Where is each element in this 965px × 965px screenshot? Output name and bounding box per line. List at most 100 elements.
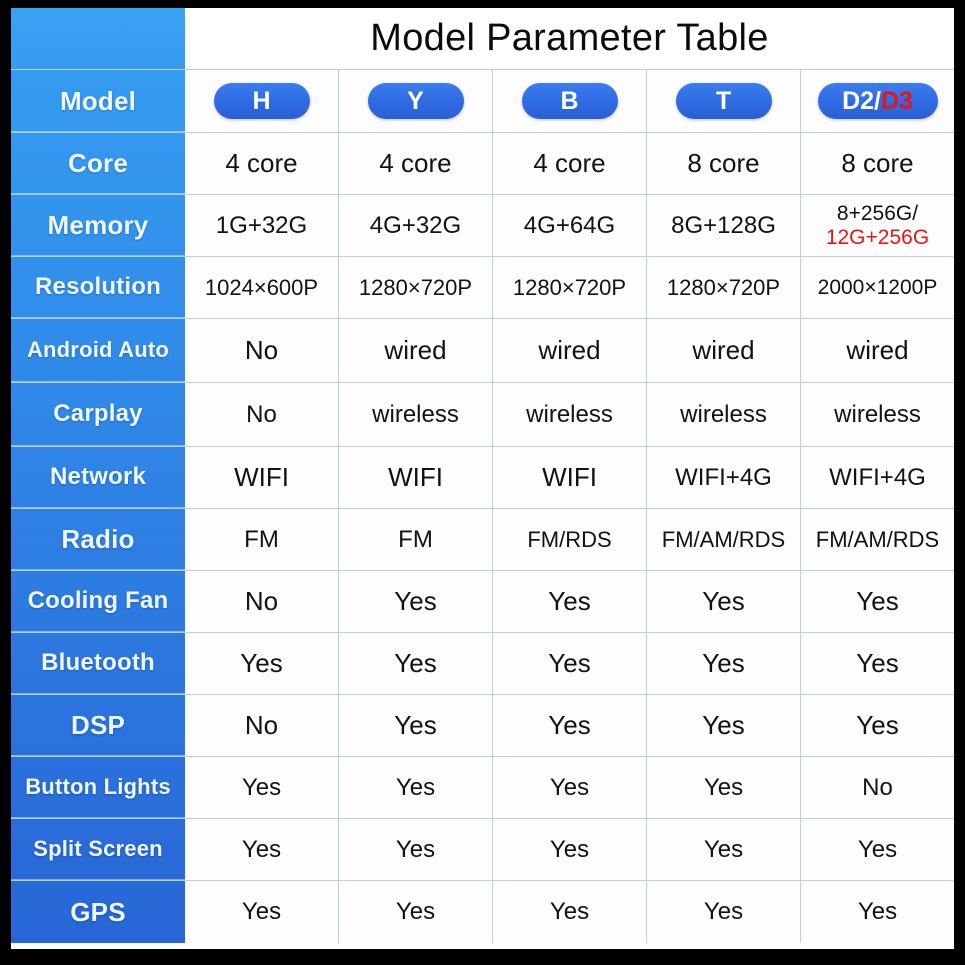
table-cell: wired [339,319,493,382]
model-pill-h-text: H [252,86,271,115]
table-row-memory: Memory 1G+32G 4G+32G 4G+64G 8G+128G 8+25… [11,195,954,257]
table-cell: FM [339,509,493,570]
table-cell: Yes [185,881,339,943]
model-pill-b[interactable]: B [521,82,618,120]
screenshot-root: Model Parameter Table Model H Y B T D2/D… [0,0,965,965]
table-cell: wired [493,319,647,382]
memory-two-line: 8+256G/ 12G+256G [826,202,929,249]
model-cell-y[interactable]: Y [339,70,493,132]
table-cell: Yes [339,571,493,632]
table-cell: Yes [801,695,954,756]
table-cell: No [185,319,339,382]
row-label-text: Radio [61,524,135,554]
row-label-model: Model [11,70,185,132]
row-label-network: Network [11,447,185,508]
table-cell: FM/AM/RDS [647,509,801,570]
table-cell: Yes [493,571,647,632]
table-cell: Yes [493,633,647,694]
table-cell: Yes [647,757,801,818]
table-title-row: Model Parameter Table [11,8,954,70]
row-label-core: Core [11,133,185,194]
table-cell: Yes [801,633,954,694]
row-label-text: Button Lights [25,774,171,799]
model-pill-d2-text: D2/ [842,86,881,115]
table-cell: FM/AM/RDS [801,509,954,570]
title-row-left-spacer [11,8,185,69]
table-row-split-screen: Split Screen Yes Yes Yes Yes Yes [11,819,954,881]
table-cell: Yes [185,757,339,818]
model-pill-d2d3[interactable]: D2/D3 [817,82,938,120]
row-label-bluetooth: Bluetooth [11,633,185,694]
table-row-network: Network WIFI WIFI WIFI WIFI+4G WIFI+4G [11,447,954,509]
table-cell: WIFI [339,447,493,508]
row-label-text: Cooling Fan [27,587,169,614]
memory-line-2: 12G+256G [825,225,930,249]
model-cell-d2d3[interactable]: D2/D3 [801,70,954,132]
table-cell: Yes [801,881,954,943]
table-cell: 4 core [185,133,339,194]
table-cell: 1280×720P [493,257,647,318]
row-label-text: Android Auto [26,337,170,362]
table-cell: WIFI+4G [647,447,801,508]
model-cell-t[interactable]: T [647,70,801,132]
row-label-text: Bluetooth [41,649,155,676]
table-cell: WIFI+4G [801,447,954,508]
row-label-text: Split Screen [33,836,163,861]
table-cell: WIFI [185,447,339,508]
memory-line-1: 8+256G/ [836,201,919,225]
table-cell: 4G+64G [493,195,647,256]
table-cell: No [185,383,339,446]
table-cell: Yes [339,695,493,756]
table-cell: 8G+128G [647,195,801,256]
row-label-split-screen: Split Screen [11,819,185,880]
model-pill-d3-text: D3 [880,86,913,115]
table-cell: wireless [493,383,647,446]
table-cell: Yes [647,695,801,756]
table-cell: 1280×720P [647,257,801,318]
row-label-resolution: Resolution [11,257,185,318]
table-cell: wireless [801,383,954,446]
table-cell: Yes [801,571,954,632]
table-row-bluetooth: Bluetooth Yes Yes Yes Yes Yes [11,633,954,695]
table-cell: 4 core [339,133,493,194]
table-cell: Yes [185,633,339,694]
row-label-text: Memory [47,210,149,240]
table-row-resolution: Resolution 1024×600P 1280×720P 1280×720P… [11,257,954,319]
table-cell: wired [647,319,801,382]
table-cell: 4 core [493,133,647,194]
row-label-android-auto: Android Auto [11,319,185,382]
model-cell-b[interactable]: B [493,70,647,132]
table-row-radio: Radio FM FM FM/RDS FM/AM/RDS FM/AM/RDS [11,509,954,571]
table-cell: No [185,695,339,756]
model-cell-h[interactable]: H [185,70,339,132]
table-cell: 2000×1200P [801,257,954,318]
row-label-text: GPS [70,897,126,927]
row-label-text: Core [67,148,129,178]
model-pill-t-text: T [715,86,732,115]
table-cell: wired [801,319,954,382]
table-row-cooling-fan: Cooling Fan No Yes Yes Yes Yes [11,571,954,633]
table-row-dsp: DSP No Yes Yes Yes Yes [11,695,954,757]
table-cell: wireless [339,383,493,446]
table-cell: 1280×720P [339,257,493,318]
table-cell: Yes [647,633,801,694]
table-cell: Yes [339,819,493,880]
model-pill-y-text: Y [407,86,424,115]
table-cell: Yes [647,819,801,880]
table-cell: Yes [801,819,954,880]
row-label-memory: Memory [11,195,185,256]
row-label-text: Network [49,463,147,490]
table-cell: Yes [339,757,493,818]
row-label-gps: GPS [11,881,185,943]
table-cell: Yes [493,881,647,943]
table-cell: Yes [493,819,647,880]
model-pill-y[interactable]: Y [367,82,464,120]
row-label-cooling-fan: Cooling Fan [11,571,185,632]
model-pill-b-text: B [560,86,579,115]
model-pill-h[interactable]: H [213,82,310,120]
model-pill-t[interactable]: T [675,82,772,120]
table-cell: Yes [339,633,493,694]
row-label-text: DSP [70,710,126,740]
table-cell: Yes [185,819,339,880]
table-cell: Yes [493,695,647,756]
